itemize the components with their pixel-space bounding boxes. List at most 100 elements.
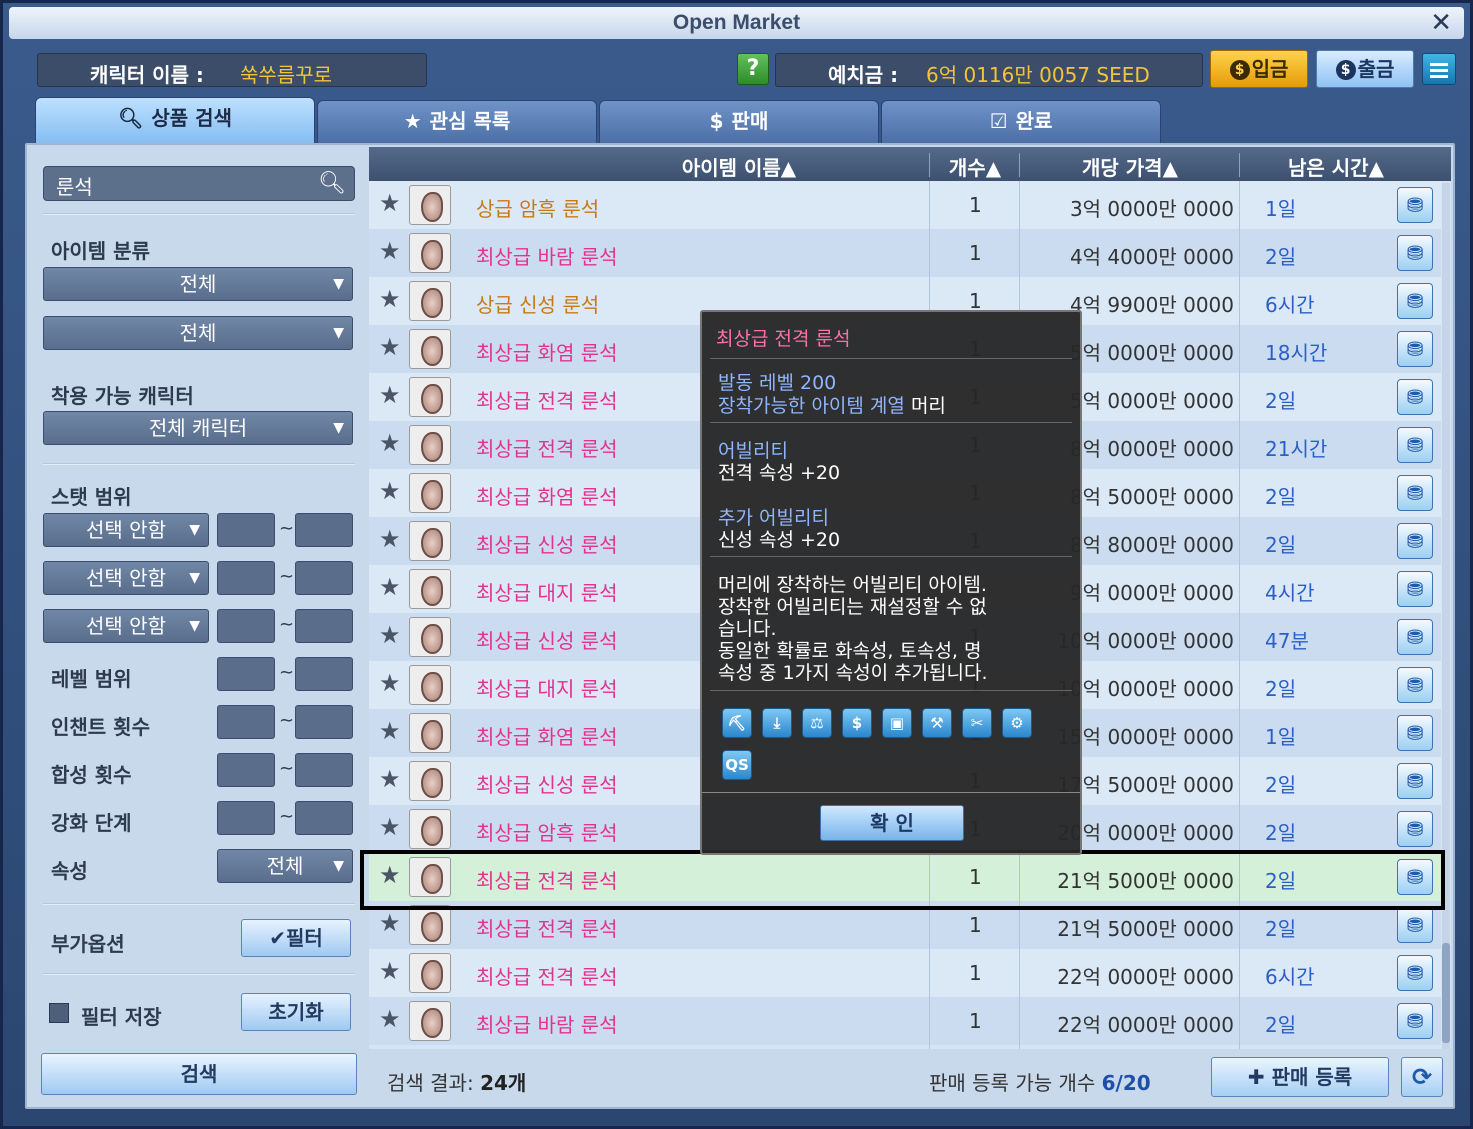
buy-bag-icon[interactable]: ⛃ [1397,811,1433,847]
tab-sell[interactable]: $ 판매 [599,100,879,144]
star-icon[interactable]: ★ [379,669,401,697]
buy-bag-icon[interactable]: ⛃ [1397,619,1433,655]
scroll-thumb[interactable] [1442,943,1450,1043]
star-icon[interactable]: ★ [379,381,401,409]
header-price[interactable]: 개당 가격▲ [1021,152,1239,181]
search-value: 룬석 [56,175,93,199]
character-info: 캐릭터 이름 : 쑥쑤름꾸로 [37,53,427,87]
filter-button[interactable]: ✔필터 [241,919,351,957]
header-time[interactable]: 남은 시간▲ [1241,152,1431,181]
stat-select-3[interactable]: 선택 안함 ▼ [43,609,209,643]
buy-bag-icon[interactable]: ⛃ [1397,427,1433,463]
star-icon[interactable]: ★ [379,909,401,937]
star-icon[interactable]: ★ [379,957,401,985]
search-icon[interactable]: 🔍︎ [318,171,346,196]
synth-max[interactable] [295,753,353,787]
header-item-name[interactable]: 아이템 이름▲ [569,152,909,181]
table-row[interactable]: ★ 상급 암흑 룬석 1 3억 0000만 0000 1일 ⛃ [369,181,1441,229]
stat-max-1[interactable] [295,513,353,547]
buy-bag-icon[interactable]: ⛃ [1397,379,1433,415]
category-select-2[interactable]: 전체 ▼ [43,316,353,350]
wearable-select[interactable]: 전체 캐릭터 ▼ [43,411,353,445]
star-icon[interactable]: ★ [379,237,401,265]
wearable-label: 착용 가능 캐릭터 [51,384,194,408]
star-icon[interactable]: ★ [379,429,401,457]
withdraw-label: 출금 [1357,57,1395,81]
level-min[interactable] [217,657,275,691]
star-icon[interactable]: ★ [379,525,401,553]
stat-max-3[interactable] [295,609,353,643]
rune-stone-icon [409,425,451,465]
title-bar[interactable]: Open Market ✕ [9,7,1464,39]
buy-bag-icon[interactable]: ⛃ [1397,523,1433,559]
help-button[interactable]: ? [737,53,769,85]
category-label: 아이템 분류 [51,239,150,263]
star-icon[interactable]: ★ [379,573,401,601]
star-icon[interactable]: ★ [379,189,401,217]
star-icon[interactable]: ★ [379,333,401,361]
buy-bag-icon[interactable]: ⛃ [1397,1003,1433,1039]
refresh-icon[interactable]: ⟳ [1401,1057,1443,1097]
register-sale-button[interactable]: ✚ 판매 등록 [1211,1057,1389,1097]
buy-bag-icon[interactable]: ⛃ [1397,571,1433,607]
tab-product-search[interactable]: 🔍︎ 상품 검색 [35,97,315,145]
synth-min[interactable] [217,753,275,787]
item-tooltip: 최상급 전격 룬석 발동 레벨 200 장착가능한 아이템 계열 머리 어빌리티… [700,310,1082,855]
stat-min-1[interactable] [217,513,275,547]
header-qty[interactable]: 개수▲ [931,152,1019,181]
buy-bag-icon[interactable]: ⛃ [1397,331,1433,367]
tooltip-trait-icon: ⚒ [922,708,952,738]
reinforce-label: 강화 단계 [51,811,132,835]
buy-bag-icon[interactable]: ⛃ [1397,763,1433,799]
buy-bag-icon[interactable]: ⛃ [1397,715,1433,751]
buy-bag-icon[interactable]: ⛃ [1397,667,1433,703]
search-button[interactable]: 검색 [41,1053,357,1095]
item-name: 최상급 신성 룬석 [476,629,618,653]
buy-bag-icon[interactable]: ⛃ [1397,955,1433,991]
buy-bag-icon[interactable]: ⛃ [1397,187,1433,223]
enchant-max[interactable] [295,705,353,739]
buy-bag-icon[interactable]: ⛃ [1397,235,1433,271]
scrollbar[interactable] [1442,183,1450,1049]
star-icon[interactable]: ★ [379,621,401,649]
table-row[interactable]: ★ 최상급 바람 룬석 1 4억 4000만 0000 2일 ⛃ [369,229,1441,277]
star-icon[interactable]: ★ [379,813,401,841]
table-row[interactable]: ★ 최상급 바람 룬석 1 22억 0000만 0000 2일 ⛃ [369,997,1441,1045]
table-row[interactable]: ★ 최상급 전격 룬석 1 22억 0000만 0000 6시간 ⛃ [369,949,1441,997]
ok-button[interactable]: 확 인 [820,805,964,841]
deposit-button[interactable]: $ 입금 [1210,50,1308,88]
star-icon[interactable]: ★ [379,765,401,793]
star-icon[interactable]: ★ [379,477,401,505]
star-icon[interactable]: ★ [379,717,401,745]
enchant-min[interactable] [217,705,275,739]
search-input[interactable]: 룬석 🔍︎ [43,166,355,201]
stat-select-1[interactable]: 선택 안함 ▼ [43,513,209,547]
stat-min-3[interactable] [217,609,275,643]
reinforce-max[interactable] [295,801,353,835]
reset-button[interactable]: 초기화 [241,993,351,1031]
close-icon[interactable]: ✕ [1430,8,1452,38]
buy-bag-icon[interactable]: ⛃ [1397,475,1433,511]
reinforce-min[interactable] [217,801,275,835]
stat-min-2[interactable] [217,561,275,595]
stat-max-2[interactable] [295,561,353,595]
tab-completed[interactable]: ☑ 완료 [881,100,1161,144]
star-icon[interactable]: ★ [379,285,401,313]
buy-bag-icon[interactable]: ⛃ [1397,907,1433,943]
item-name: 최상급 바람 룬석 [476,245,618,269]
star-icon[interactable]: ★ [379,1005,401,1033]
menu-icon[interactable] [1422,53,1456,85]
attr-select[interactable]: 전체 ▼ [217,849,353,883]
item-time: 6시간 [1265,293,1315,317]
category-select-1[interactable]: 전체 ▼ [43,267,353,301]
save-filter-checkbox[interactable] [49,1003,69,1023]
item-time: 2일 [1265,677,1297,701]
tooltip-equip: 장착가능한 아이템 계열 머리 [718,395,946,417]
stat-select-2[interactable]: 선택 안함 ▼ [43,561,209,595]
item-time: 47분 [1265,629,1309,653]
withdraw-button[interactable]: $ 출금 [1316,50,1414,88]
level-max[interactable] [295,657,353,691]
buy-bag-icon[interactable]: ⛃ [1397,283,1433,319]
coin-icon: $ [709,109,724,133]
tab-watchlist[interactable]: ★ 관심 목록 [317,100,597,144]
